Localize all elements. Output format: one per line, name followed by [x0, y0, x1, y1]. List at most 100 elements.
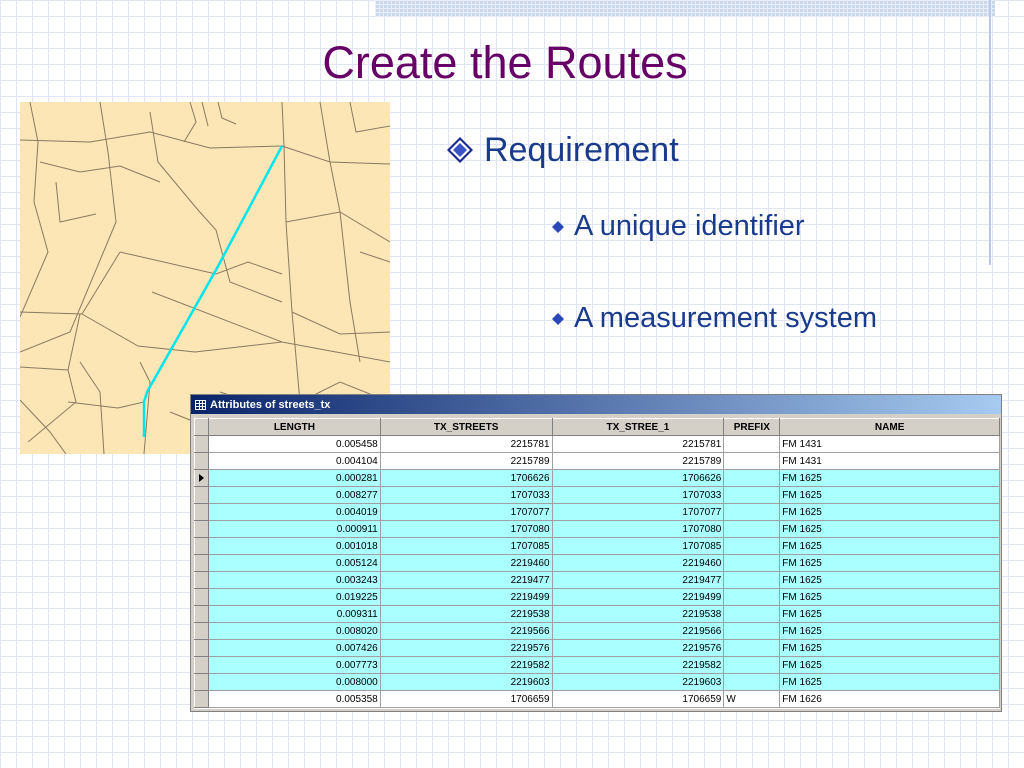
cell-tx-streets[interactable]: 2219477 — [379, 571, 553, 589]
cell-tx-streets[interactable]: 1707077 — [379, 503, 553, 521]
row-selector[interactable] — [194, 554, 209, 572]
column-header-length[interactable]: LENGTH — [207, 418, 381, 436]
row-selector[interactable] — [194, 622, 209, 640]
cell-length[interactable]: 0.005124 — [207, 554, 381, 572]
row-selector[interactable] — [194, 605, 209, 623]
row-selector[interactable] — [194, 520, 209, 538]
cell-name[interactable]: FM 1625 — [779, 605, 1000, 623]
table-row[interactable]: 0.007426 2219576 2219576 FM 1625 — [194, 639, 1000, 657]
row-selector[interactable] — [194, 690, 209, 708]
cell-tx-stree-1[interactable]: 1706659 — [551, 690, 725, 708]
row-selector[interactable] — [194, 486, 209, 504]
cell-name[interactable]: FM 1625 — [779, 673, 1000, 691]
cell-prefix[interactable] — [723, 639, 781, 657]
cell-tx-stree-1[interactable]: 2215781 — [551, 435, 725, 453]
table-row[interactable]: 0.004104 2215789 2215789 FM 1431 — [194, 452, 1000, 470]
cell-prefix[interactable] — [723, 673, 781, 691]
cell-name[interactable]: FM 1625 — [779, 639, 1000, 657]
window-titlebar[interactable]: Attributes of streets_tx — [191, 395, 1001, 414]
cell-tx-streets[interactable]: 2215781 — [379, 435, 553, 453]
cell-length[interactable]: 0.008000 — [207, 673, 381, 691]
cell-name[interactable]: FM 1625 — [779, 571, 1000, 589]
cell-tx-stree-1[interactable]: 1707080 — [551, 520, 725, 538]
row-selector[interactable] — [194, 571, 209, 589]
cell-tx-streets[interactable]: 1707085 — [379, 537, 553, 555]
cell-tx-stree-1[interactable]: 2219477 — [551, 571, 725, 589]
table-row[interactable]: 0.007773 2219582 2219582 FM 1625 — [194, 656, 1000, 674]
cell-length[interactable]: 0.001018 — [207, 537, 381, 555]
table-row[interactable]: 0.005458 2215781 2215781 FM 1431 — [194, 435, 1000, 453]
cell-length[interactable]: 0.008020 — [207, 622, 381, 640]
cell-length[interactable]: 0.000281 — [207, 469, 381, 487]
cell-name[interactable]: FM 1625 — [779, 622, 1000, 640]
cell-length[interactable]: 0.000911 — [207, 520, 381, 538]
table-row[interactable]: 0.004019 1707077 1707077 FM 1625 — [194, 503, 1000, 521]
row-selector[interactable] — [194, 656, 209, 674]
cell-tx-stree-1[interactable]: 2219499 — [551, 588, 725, 606]
cell-name[interactable]: FM 1625 — [779, 588, 1000, 606]
cell-length[interactable]: 0.009311 — [207, 605, 381, 623]
attribute-grid[interactable]: LENGTH TX_STREETS TX_STREE_1 PREFIX NAME… — [194, 418, 1000, 709]
cell-tx-streets[interactable]: 2215789 — [379, 452, 553, 470]
cell-prefix[interactable] — [723, 622, 781, 640]
cell-prefix[interactable] — [723, 469, 781, 487]
cell-tx-streets[interactable]: 2219603 — [379, 673, 553, 691]
cell-length[interactable]: 0.004019 — [207, 503, 381, 521]
cell-prefix[interactable] — [723, 503, 781, 521]
cell-tx-stree-1[interactable]: 1707085 — [551, 537, 725, 555]
cell-tx-stree-1[interactable]: 2219603 — [551, 673, 725, 691]
cell-tx-streets[interactable]: 2219566 — [379, 622, 553, 640]
cell-name[interactable]: FM 1625 — [779, 469, 1000, 487]
cell-tx-streets[interactable]: 1706626 — [379, 469, 553, 487]
cell-length[interactable]: 0.019225 — [207, 588, 381, 606]
cell-length[interactable]: 0.007773 — [207, 656, 381, 674]
column-header-tx-stree-1[interactable]: TX_STREE_1 — [551, 418, 725, 436]
cell-length[interactable]: 0.007426 — [207, 639, 381, 657]
cell-tx-streets[interactable]: 2219582 — [379, 656, 553, 674]
cell-tx-stree-1[interactable]: 2219582 — [551, 656, 725, 674]
table-row[interactable]: 0.001018 1707085 1707085 FM 1625 — [194, 537, 1000, 555]
cell-prefix[interactable] — [723, 486, 781, 504]
cell-prefix[interactable]: W — [723, 690, 781, 708]
table-row[interactable]: 0.008020 2219566 2219566 FM 1625 — [194, 622, 1000, 640]
row-selector[interactable] — [194, 435, 209, 453]
row-selector[interactable] — [194, 452, 209, 470]
cell-length[interactable]: 0.004104 — [207, 452, 381, 470]
row-selector[interactable] — [194, 588, 209, 606]
cell-name[interactable]: FM 1625 — [779, 503, 1000, 521]
cell-tx-stree-1[interactable]: 2215789 — [551, 452, 725, 470]
cell-name[interactable]: FM 1431 — [779, 435, 1000, 453]
cell-tx-streets[interactable]: 1706659 — [379, 690, 553, 708]
cell-tx-stree-1[interactable]: 2219538 — [551, 605, 725, 623]
cell-length[interactable]: 0.005458 — [207, 435, 381, 453]
table-row[interactable]: 0.008277 1707033 1707033 FM 1625 — [194, 486, 1000, 504]
row-selector[interactable] — [194, 469, 209, 487]
cell-tx-stree-1[interactable]: 2219576 — [551, 639, 725, 657]
cell-name[interactable]: FM 1625 — [779, 486, 1000, 504]
table-row[interactable]: 0.000281 1706626 1706626 FM 1625 — [194, 469, 1000, 487]
cell-prefix[interactable] — [723, 656, 781, 674]
table-row[interactable]: 0.009311 2219538 2219538 FM 1625 — [194, 605, 1000, 623]
cell-prefix[interactable] — [723, 571, 781, 589]
cell-tx-stree-1[interactable]: 1706626 — [551, 469, 725, 487]
cell-prefix[interactable] — [723, 537, 781, 555]
cell-length[interactable]: 0.008277 — [207, 486, 381, 504]
cell-prefix[interactable] — [723, 452, 781, 470]
cell-tx-streets[interactable]: 2219460 — [379, 554, 553, 572]
cell-prefix[interactable] — [723, 435, 781, 453]
cell-name[interactable]: FM 1626 — [779, 690, 1000, 708]
cell-name[interactable]: FM 1625 — [779, 520, 1000, 538]
table-row[interactable]: 0.005124 2219460 2219460 FM 1625 — [194, 554, 1000, 572]
cell-prefix[interactable] — [723, 605, 781, 623]
column-header-prefix[interactable]: PREFIX — [723, 418, 781, 436]
row-selector[interactable] — [194, 639, 209, 657]
table-row[interactable]: 0.019225 2219499 2219499 FM 1625 — [194, 588, 1000, 606]
cell-tx-streets[interactable]: 1707080 — [379, 520, 553, 538]
column-header-name[interactable]: NAME — [779, 418, 1000, 436]
row-selector[interactable] — [194, 503, 209, 521]
row-selector[interactable] — [194, 673, 209, 691]
cell-name[interactable]: FM 1431 — [779, 452, 1000, 470]
cell-tx-stree-1[interactable]: 2219566 — [551, 622, 725, 640]
cell-tx-stree-1[interactable]: 1707033 — [551, 486, 725, 504]
table-row[interactable]: 0.005358 1706659 1706659 W FM 1626 — [194, 690, 1000, 708]
